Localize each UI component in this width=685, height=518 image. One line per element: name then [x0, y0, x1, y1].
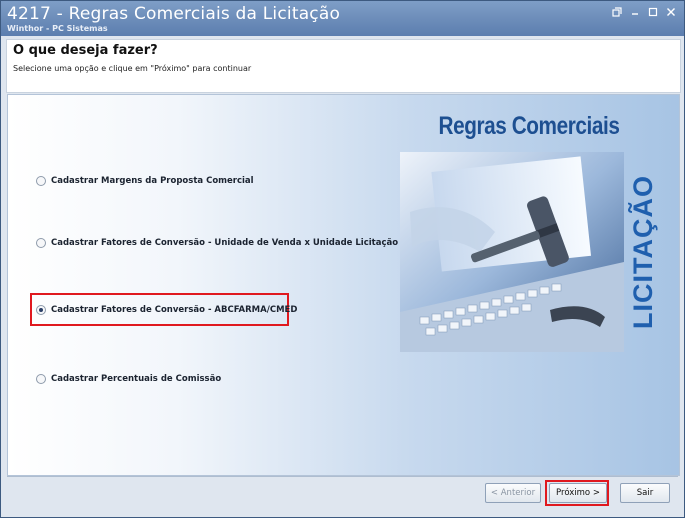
- radio-button[interactable]: [36, 176, 46, 186]
- banner-title: Regras Comerciais: [438, 112, 620, 140]
- minimize-icon[interactable]: [630, 7, 640, 17]
- option-fatores-unidade[interactable]: Cadastrar Fatores de Conversão - Unidade…: [36, 238, 398, 248]
- maximize-icon[interactable]: [648, 7, 658, 17]
- option-label: Cadastrar Fatores de Conversão - ABCFARM…: [51, 305, 298, 315]
- back-button[interactable]: < Anterior: [485, 483, 541, 503]
- page-instruction: Selecione uma opção e clique em "Próximo…: [13, 64, 252, 73]
- next-highlight: [545, 480, 609, 506]
- app-window: 4217 - Regras Comerciais da Licitação Wi…: [0, 0, 685, 518]
- option-label: Cadastrar Percentuais de Comissão: [51, 374, 222, 384]
- banner-artwork: Regras Comerciais LICITAÇÃO: [398, 112, 660, 352]
- gavel-keyboard-illustration: [400, 152, 624, 352]
- radio-button[interactable]: [36, 238, 46, 248]
- option-comissao[interactable]: Cadastrar Percentuais de Comissão: [36, 374, 221, 384]
- side-text-label: LICITAÇÃO: [628, 175, 658, 329]
- restore-icon[interactable]: [612, 7, 622, 17]
- wizard-header: O que deseja fazer? Selecione uma opção …: [6, 39, 681, 93]
- option-fatores-abcfarma[interactable]: Cadastrar Fatores de Conversão - ABCFARM…: [36, 305, 297, 315]
- exit-button[interactable]: Sair: [620, 483, 670, 503]
- close-icon[interactable]: [666, 7, 676, 17]
- window-subtitle: Winthor - PC Sistemas: [7, 24, 108, 33]
- radio-button-selected[interactable]: [36, 305, 46, 315]
- window-title: 4217 - Regras Comerciais da Licitação: [7, 4, 341, 24]
- banner-side-text: LICITAÇÃO: [628, 152, 658, 352]
- radio-button[interactable]: [36, 374, 46, 384]
- option-label: Cadastrar Fatores de Conversão - Unidade…: [51, 238, 399, 248]
- window-controls: [612, 7, 676, 17]
- title-bar[interactable]: 4217 - Regras Comerciais da Licitação Wi…: [1, 1, 684, 36]
- option-label: Cadastrar Margens da Proposta Comercial: [51, 176, 254, 186]
- wizard-footer: < Anterior Próximo > Sair: [7, 476, 678, 513]
- options-panel: Cadastrar Margens da Proposta Comercial …: [7, 94, 680, 476]
- page-title: O que deseja fazer?: [13, 43, 158, 58]
- option-margens[interactable]: Cadastrar Margens da Proposta Comercial: [36, 176, 254, 186]
